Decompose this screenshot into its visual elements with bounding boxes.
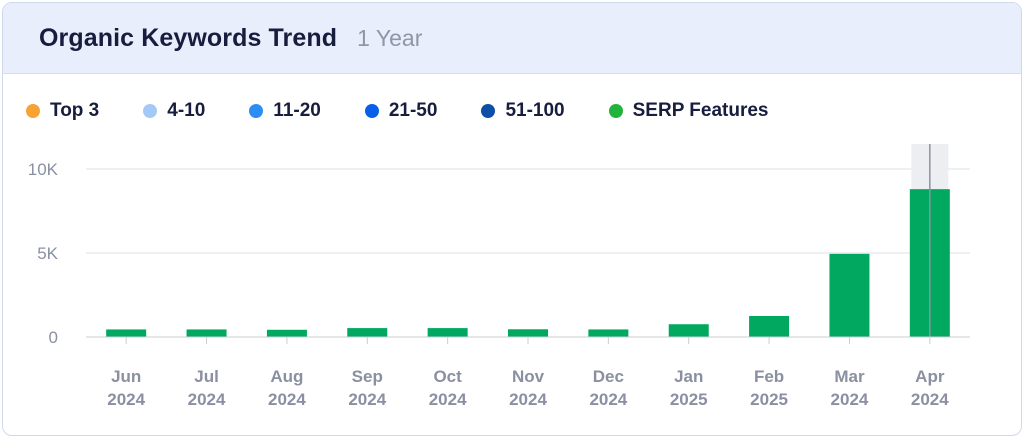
x-tick-label-month: Apr	[915, 367, 945, 386]
bar-mar-2024	[829, 253, 870, 337]
x-tick-label-month: Feb	[754, 367, 784, 386]
x-tick-label-month: Aug	[270, 367, 303, 386]
y-tick-label: 5K	[37, 244, 58, 263]
x-tick-label-year: 2025	[670, 390, 708, 409]
x-tick-label-year: 2024	[188, 390, 226, 409]
x-tick-label-month: Dec	[593, 367, 624, 386]
bar-nov-2024	[508, 329, 548, 337]
bar-sep-2024	[347, 328, 388, 337]
x-tick-label-year: 2025	[750, 390, 788, 409]
x-tick-label-month: Jun	[111, 367, 141, 386]
x-tick-label-month: Nov	[512, 367, 545, 386]
x-tick-label-year: 2024	[509, 390, 547, 409]
bar-jul-2024	[186, 329, 227, 337]
x-tick-label-month: Oct	[433, 367, 462, 386]
x-tick-label-year: 2024	[831, 390, 869, 409]
bar-jan-2025	[668, 324, 709, 337]
x-tick-label-year: 2024	[348, 390, 386, 409]
x-tick-label-year: 2024	[429, 390, 467, 409]
bar-oct-2024	[427, 328, 468, 337]
bar-feb-2025	[749, 316, 790, 337]
bar-dec-2024	[588, 329, 629, 337]
x-tick-label-month: Jul	[194, 367, 219, 386]
x-tick-label-year: 2024	[268, 390, 306, 409]
bar-jun-2024	[106, 329, 147, 337]
x-tick-label-month: Jan	[674, 367, 703, 386]
x-tick-label-month: Sep	[352, 367, 383, 386]
x-tick-label-year: 2024	[911, 390, 949, 409]
x-tick-label-year: 2024	[107, 390, 145, 409]
y-tick-label: 0	[49, 328, 58, 347]
keywords-bar-chart: 0 5K 10K Jun 2024 Jul 2024 Aug 2024 Sep 2024 Oct 202…	[28, 144, 970, 409]
x-tick-label-month: Mar	[834, 367, 865, 386]
y-tick-label: 10K	[28, 160, 59, 179]
bar-aug-2024	[266, 329, 307, 337]
x-tick-label-year: 2024	[589, 390, 627, 409]
